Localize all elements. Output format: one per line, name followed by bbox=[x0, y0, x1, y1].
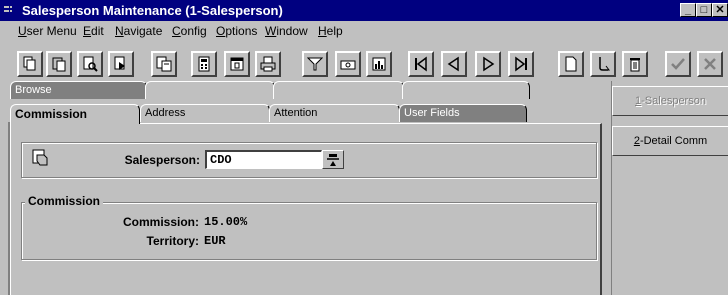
menu-window[interactable]: Window bbox=[265, 24, 308, 38]
commission-group-title: Commission bbox=[25, 194, 104, 208]
find-button[interactable] bbox=[77, 51, 103, 77]
menu-options[interactable]: Options bbox=[216, 24, 257, 38]
tab-attention[interactable]: Attention bbox=[269, 104, 400, 122]
detail-comm-button[interactable]: 2-Detail Comm bbox=[612, 126, 728, 156]
calendar-icon bbox=[230, 57, 244, 71]
tab-row1-blank-2[interactable] bbox=[145, 81, 275, 99]
title-bar: Salesperson Maintenance (1-Salesperson) … bbox=[0, 0, 728, 21]
tab-commission[interactable]: Commission bbox=[10, 104, 140, 124]
lookup-binoculars-icon bbox=[327, 154, 339, 166]
notes-icon bbox=[340, 60, 356, 70]
paste-icon bbox=[52, 57, 66, 72]
tab-row1-blank-3[interactable] bbox=[273, 81, 404, 99]
first-record-button[interactable] bbox=[408, 51, 434, 77]
tab-user-fields[interactable]: User Fields bbox=[399, 104, 527, 122]
delete-button[interactable] bbox=[622, 51, 648, 77]
menu-help[interactable]: Help bbox=[318, 24, 343, 38]
maximize-button[interactable]: □ bbox=[696, 3, 712, 17]
commission-value: 15.00% bbox=[204, 215, 248, 229]
zoom-icon bbox=[156, 56, 172, 72]
previous-record-icon bbox=[447, 56, 459, 72]
salesperson-lookup-button[interactable] bbox=[322, 150, 344, 169]
menu-config[interactable]: Config bbox=[172, 24, 207, 38]
salesperson-input[interactable]: CDO bbox=[205, 150, 322, 169]
print-icon bbox=[260, 56, 276, 72]
paste-button[interactable] bbox=[46, 51, 72, 77]
find-icon bbox=[83, 56, 98, 72]
first-record-icon bbox=[415, 56, 427, 72]
tab-address[interactable]: Address bbox=[140, 104, 270, 122]
salesperson-label: Salesperson: bbox=[124, 153, 200, 167]
next-record-button[interactable] bbox=[475, 51, 501, 77]
toolbar bbox=[0, 41, 728, 81]
zoom-button[interactable] bbox=[151, 51, 177, 77]
copy-icon bbox=[23, 56, 36, 71]
previous-record-button[interactable] bbox=[441, 51, 467, 77]
last-record-icon bbox=[515, 56, 527, 72]
menu-navigate[interactable]: Navigate bbox=[115, 24, 162, 38]
territory-label: Territory: bbox=[146, 234, 199, 248]
filter-button[interactable] bbox=[302, 51, 328, 77]
filter-icon bbox=[307, 57, 323, 71]
app-icon[interactable] bbox=[4, 4, 18, 16]
last-record-button[interactable] bbox=[508, 51, 534, 77]
commission-label: Commission: bbox=[122, 215, 199, 229]
new-record-icon bbox=[565, 56, 577, 72]
undo-button[interactable] bbox=[590, 51, 616, 77]
calculator-button[interactable] bbox=[191, 51, 217, 77]
salesperson-view-button[interactable]: 1-Salesperson bbox=[612, 86, 728, 116]
undo-icon bbox=[599, 57, 610, 71]
calendar-button[interactable] bbox=[224, 51, 250, 77]
report-button[interactable] bbox=[366, 51, 392, 77]
tab-row1-blank-4[interactable] bbox=[402, 81, 530, 99]
lookup-hand-icon[interactable] bbox=[32, 149, 50, 167]
find-next-icon bbox=[114, 56, 125, 70]
next-record-icon bbox=[483, 56, 495, 72]
find-next-button[interactable] bbox=[108, 51, 134, 77]
calculator-icon bbox=[198, 56, 210, 72]
close-button[interactable]: ✕ bbox=[712, 3, 728, 17]
tab-browse[interactable]: Browse bbox=[10, 81, 147, 99]
salesperson-group: Salesperson: CDO bbox=[21, 142, 597, 178]
copy-button[interactable] bbox=[17, 51, 43, 77]
cancel-x-icon bbox=[704, 58, 716, 70]
menu-edit[interactable]: Edit bbox=[83, 24, 104, 38]
print-button[interactable] bbox=[255, 51, 281, 77]
window-title: Salesperson Maintenance (1-Salesperson) bbox=[22, 3, 283, 18]
menu-bar: User Menu Edit Navigate Config Options W… bbox=[0, 21, 728, 41]
cancel-button[interactable] bbox=[697, 51, 723, 77]
commission-tab-panel: Salesperson: CDO Commission Commission: … bbox=[10, 123, 602, 295]
report-icon bbox=[372, 57, 386, 71]
save-check-icon bbox=[671, 58, 685, 70]
menu-user-menu[interactable]: User Menu bbox=[18, 24, 77, 38]
new-record-button[interactable] bbox=[558, 51, 584, 77]
save-button[interactable] bbox=[665, 51, 691, 77]
commission-group bbox=[21, 202, 597, 260]
notes-button[interactable] bbox=[335, 51, 361, 77]
right-button-panel: 1-Salesperson 2-Detail Comm bbox=[611, 81, 728, 295]
minimize-button[interactable]: _ bbox=[680, 3, 696, 17]
territory-value: EUR bbox=[204, 234, 226, 248]
delete-icon bbox=[630, 58, 640, 72]
